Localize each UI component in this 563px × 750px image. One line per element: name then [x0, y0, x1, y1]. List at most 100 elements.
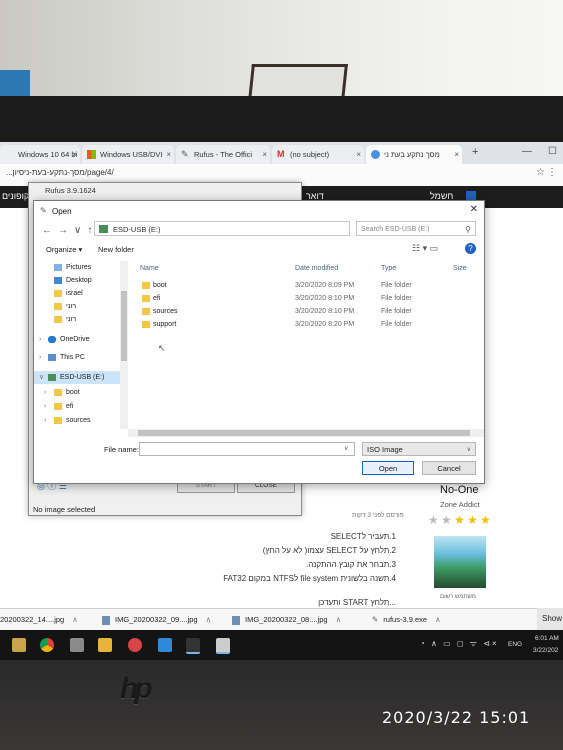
drive-icon — [99, 225, 108, 233]
tab-label: (no subject) — [290, 150, 330, 159]
open-file-dialog: ✎ Open ✕ ←→∨↑ ESD-USB (E:) Search ESD-US… — [33, 200, 485, 484]
photos-icon[interactable] — [216, 638, 230, 654]
rufus-icon: ✎ — [40, 206, 47, 215]
laptop-bezel-top — [0, 96, 563, 146]
horizontal-scroll-thumb[interactable] — [138, 430, 470, 436]
tab-label: Rufus - The Offici — [194, 150, 253, 159]
star-icon: ★ — [441, 513, 452, 527]
file-explorer-icon[interactable] — [98, 638, 112, 652]
browser-tab[interactable]: M (no subject) × — [272, 145, 364, 164]
browser-tab[interactable]: Windows 10 64 bi × — [0, 145, 80, 164]
organize-button[interactable]: Organize ▾ — [46, 245, 82, 254]
file-row[interactable]: support 3/20/2020 8:20 PM File folder — [134, 318, 474, 331]
download-item[interactable]: IMG_20200322_09....jpg ∧ — [102, 615, 211, 625]
nav-item[interactable]: › sources — [34, 414, 120, 427]
store-icon[interactable] — [12, 638, 26, 652]
new-folder-button[interactable]: New folder — [98, 245, 134, 254]
system-tray-icons[interactable]: ◔ ∧ ▭ ◻ ᯤ ⊲× — [420, 638, 499, 649]
filetype-value: ISO Image — [367, 445, 403, 454]
navigation-pane: Pictures Desktop israel רוני רוני › OneDr… — [34, 261, 121, 429]
url-text[interactable]: ...מסך-נתקע-בעת-ניסיון/page/4/ — [6, 168, 114, 177]
column-header-date[interactable]: Date modified — [295, 265, 338, 272]
tab-label: Windows USB/DVI — [100, 150, 163, 159]
calculator-icon[interactable] — [70, 638, 84, 652]
view-options-icon[interactable]: ☷ ▾ ▭ — [412, 243, 438, 254]
open-button[interactable]: Open — [362, 461, 414, 475]
close-icon[interactable]: × — [166, 145, 171, 164]
windows-icon — [87, 150, 96, 159]
nav-item[interactable]: › OneDrive — [34, 333, 120, 346]
clock-time[interactable]: 6:01 AM — [535, 635, 559, 642]
download-item[interactable]: ✎ rufus-3.9.exe ∧ — [372, 615, 441, 624]
download-item[interactable]: 20200322_14....jpg ∧ — [0, 615, 78, 624]
browser-tab[interactable]: ✎ Rufus - The Offici × — [176, 145, 270, 164]
downloads-bar: 20200322_14....jpg ∧ IMG_20200322_09....j… — [0, 608, 537, 630]
language-indicator[interactable]: ENG — [508, 641, 522, 648]
nav-item[interactable]: israel — [34, 287, 120, 300]
maximize-icon[interactable]: ☐ — [548, 146, 557, 157]
chevron-right-icon: › — [44, 417, 47, 424]
close-icon[interactable]: × — [262, 145, 267, 164]
column-header-name[interactable]: Name — [140, 265, 159, 272]
filetype-select[interactable]: ISO Image ∨ — [362, 442, 476, 456]
chevron-down-icon: ∨ — [466, 447, 471, 453]
chevron-down-icon[interactable]: ∨ — [344, 442, 356, 456]
nav-item[interactable]: › boot — [34, 386, 120, 399]
filename-input[interactable] — [139, 442, 355, 456]
cancel-button[interactable]: Cancel — [422, 461, 476, 475]
star-icon[interactable]: ☆ — [536, 167, 545, 178]
column-header-size[interactable]: Size — [453, 265, 467, 272]
chrome-icon — [371, 150, 380, 159]
nav-item[interactable]: Pictures — [34, 261, 120, 274]
star-icon: ★ — [428, 513, 439, 527]
help-icon[interactable]: ? — [465, 243, 476, 254]
chevron-right-icon: › — [39, 336, 42, 343]
app-icon[interactable] — [128, 638, 142, 652]
filename-label: File name: — [104, 445, 140, 454]
file-row[interactable]: sources 3/20/2020 8:10 PM File folder — [134, 305, 474, 318]
search-input[interactable]: Search ESD-USB (E:) ⚲ — [356, 221, 476, 236]
clock-date[interactable]: 3/22/202 — [533, 647, 558, 654]
file-row[interactable]: boot 3/20/2020 8:09 PM File folder — [134, 279, 474, 292]
nav-item-selected[interactable]: ∨ ESD-USB (E:) — [34, 371, 120, 384]
app-icon[interactable] — [158, 638, 172, 652]
windows-taskbar: ◔ ∧ ▭ ◻ ᯤ ⊲× ENG 6:01 AM 3/22/202 — [0, 630, 563, 660]
download-item[interactable]: IMG_20200322_08....jpg ∧ — [232, 615, 341, 625]
close-icon[interactable]: × — [356, 145, 361, 164]
chevron-right-icon: › — [44, 389, 47, 396]
nav-arrows-icon[interactable]: ←→∨↑ — [42, 225, 98, 236]
address-text: ESD-USB (E:) — [113, 225, 161, 234]
browser-tab-active[interactable]: מסך נתקע בעת ני × — [366, 145, 462, 164]
chrome-icon[interactable] — [40, 638, 54, 652]
folder-icon — [142, 308, 150, 315]
close-icon[interactable]: × — [72, 145, 77, 164]
avatar[interactable] — [434, 536, 486, 588]
rufus-icon: ✎ — [372, 615, 379, 624]
address-field[interactable]: ESD-USB (E:) — [94, 221, 350, 236]
image-file-icon — [102, 615, 110, 625]
search-icon[interactable]: ⚲ — [465, 222, 471, 237]
browser-tab[interactable]: Windows USB/DVI × — [82, 145, 174, 164]
chevron-down-icon: ∨ — [39, 374, 45, 381]
column-header-type[interactable]: Type — [381, 265, 396, 272]
nav-coupons[interactable]: קופונים — [2, 191, 29, 201]
profile-name[interactable]: No-One — [440, 484, 479, 496]
nav-item[interactable]: רוני — [34, 313, 120, 326]
nav-item[interactable]: › efi — [34, 400, 120, 413]
post-line: 2.תלחץ על SELECT עצמו( לא על החץ) — [262, 546, 396, 555]
rufus-icon[interactable] — [186, 638, 200, 654]
nav-item[interactable]: רוני — [34, 300, 120, 313]
file-row[interactable]: efi 3/20/2020 8:10 PM File folder — [134, 292, 474, 305]
new-tab-icon[interactable]: + — [472, 146, 478, 158]
nav-item[interactable]: Desktop — [34, 274, 120, 287]
menu-icon[interactable]: ⋮ — [547, 167, 557, 178]
close-icon[interactable]: ✕ — [470, 204, 478, 215]
show-all-button[interactable]: Show — [537, 608, 563, 630]
post-line: 1.תעביר לSELECT — [330, 532, 396, 541]
dialog-title: Open — [52, 207, 72, 216]
minimize-icon[interactable]: — — [522, 146, 532, 157]
chevron-right-icon: › — [39, 354, 42, 361]
close-icon[interactable]: × — [454, 145, 459, 164]
nav-scroll-thumb[interactable] — [121, 291, 127, 361]
nav-item[interactable]: › This PC — [34, 351, 120, 364]
